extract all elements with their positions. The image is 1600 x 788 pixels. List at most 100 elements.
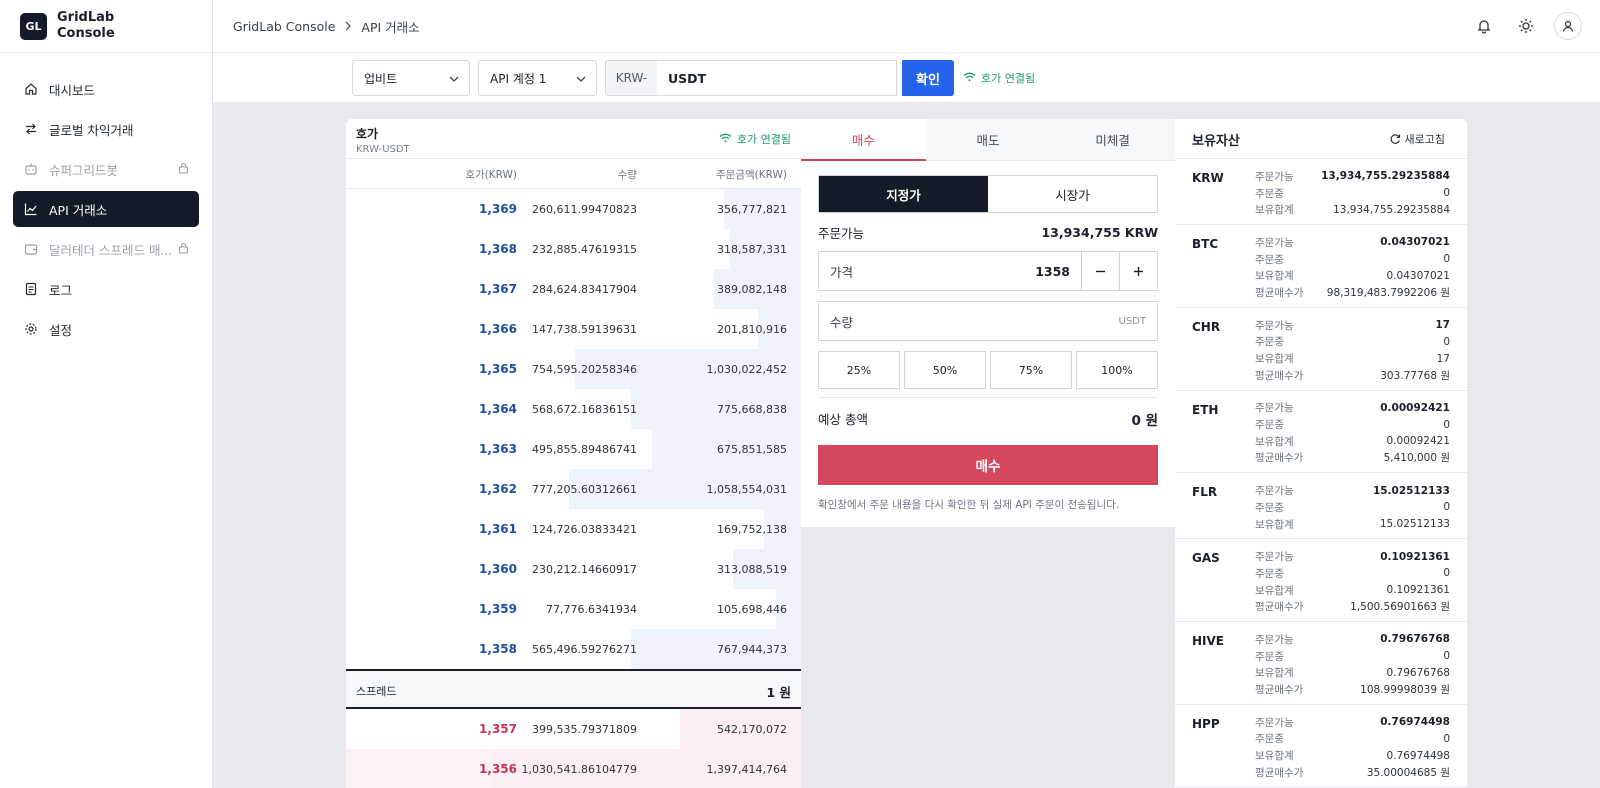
ask-row[interactable]: 1,367 284,624.83417904 389,082,148 (346, 269, 801, 309)
pct-50-button[interactable]: 50% (904, 351, 986, 389)
account-select[interactable]: API 계정 1 (478, 60, 597, 96)
tab-sell[interactable]: 매도 (926, 119, 1051, 160)
asset-row-value: 0.04307021 (1380, 236, 1450, 249)
submit-buy-button[interactable]: 매수 (818, 445, 1158, 485)
ask-row[interactable]: 1,369 260,611.99470823 356,777,821 (346, 189, 801, 229)
asset-symbol: FLR (1192, 485, 1218, 500)
ask-price[interactable]: 1,363 (479, 442, 517, 456)
price-value[interactable]: 1358 (1035, 264, 1070, 279)
ask-price[interactable]: 1,369 (479, 202, 517, 216)
ask-row[interactable]: 1,365 754,595.20258346 1,030,022,452 (346, 349, 801, 389)
bid-row[interactable]: 1,357 399,535.79371809 542,170,072 (346, 709, 801, 749)
refresh-button[interactable]: 새로고침 (1389, 131, 1445, 147)
ask-row[interactable]: 1,358 565,496.59276271 767,944,373 (346, 629, 801, 669)
holdings-header: 보유자산 새로고침 (1175, 119, 1467, 159)
refresh-icon (1390, 134, 1400, 144)
bell-icon[interactable] (1470, 12, 1498, 40)
tab-buy[interactable]: 매수 (801, 119, 926, 161)
asset-row: 평균매수가 303.77768 원 (1175, 367, 1467, 384)
tab-open-orders[interactable]: 미체결 (1050, 119, 1175, 160)
bid-price[interactable]: 1,357 (479, 722, 517, 736)
price-decrement-button[interactable] (1081, 252, 1119, 290)
ask-row[interactable]: 1,368 232,885.47619315 318,587,331 (346, 229, 801, 269)
sidebar-item-1[interactable]: 글로벌 차익거래 (13, 111, 199, 147)
sidebar-item-label: 로그 (49, 282, 73, 298)
asset-row-value: 0.79676768 (1386, 666, 1450, 679)
ask-price[interactable]: 1,365 (479, 362, 517, 376)
ask-row[interactable]: 1,364 568,672.16836151 775,668,838 (346, 389, 801, 429)
ask-row[interactable]: 1,361 124,726.03833421 169,752,138 (346, 509, 801, 549)
bid-price[interactable]: 1,356 (479, 762, 517, 776)
order-note: 확인창에서 주문 내용을 다시 확인한 뒤 실제 API 주문이 전송됩니다. (818, 499, 1120, 511)
order-type-market[interactable]: 시장가 (988, 176, 1157, 212)
sidebar-item-2[interactable]: 슈퍼그리드봇 (13, 151, 199, 187)
confirm-button[interactable]: 확인 (902, 60, 954, 96)
refresh-label: 새로고침 (1404, 133, 1445, 146)
asset-row-label: 평균매수가 (1255, 369, 1304, 382)
pct-75-button[interactable]: 75% (990, 351, 1072, 389)
qty-field[interactable]: 수량 USDT (818, 301, 1158, 341)
sidebar-item-4[interactable]: 달러테더 스프레드 매... (13, 231, 199, 267)
ask-price[interactable]: 1,364 (479, 402, 517, 416)
ask-price[interactable]: 1,360 (479, 562, 517, 576)
asset-row: 주문중 0 (1175, 499, 1467, 516)
bid-row[interactable]: 1,356 1,030,541.86104779 1,397,414,764 (346, 749, 801, 788)
asset-row-value: 15.02512133 (1379, 518, 1450, 531)
ask-row[interactable]: 1,366 147,738.59139631 201,810,916 (346, 309, 801, 349)
asset-row-label: 주문중 (1255, 650, 1284, 663)
sun-icon[interactable] (1512, 12, 1540, 40)
bid-qty: 1,030,541.86104779 (521, 763, 637, 776)
ask-row[interactable]: 1,363 495,855.89486741 675,851,585 (346, 429, 801, 469)
available-value: 13,934,755 KRW (1041, 224, 1158, 240)
asset-card: HIVE 주문가능 0.79676768 주문중 0 보유합계 0.79676768 평균매수… (1175, 622, 1467, 705)
asset-row: 보유합계 15.02512133 (1175, 516, 1467, 533)
asset-row-value: 35.00004685 원 (1366, 766, 1450, 779)
ask-row[interactable]: 1,360 230,212.14660917 313,088,519 (346, 549, 801, 589)
market-input[interactable]: USDT (657, 60, 897, 96)
ask-row[interactable]: 1,359 77,776.6341934 105,698,446 (346, 589, 801, 629)
user-icon[interactable] (1554, 12, 1582, 40)
sidebar-item-0[interactable]: 대시보드 (13, 71, 199, 107)
ask-price[interactable]: 1,366 (479, 322, 517, 336)
sidebar-item-6[interactable]: 설정 (13, 311, 199, 347)
price-increment-button[interactable] (1119, 252, 1157, 290)
asset-row-label: 주문가능 (1255, 236, 1294, 249)
asset-row-label: 주문가능 (1255, 716, 1294, 729)
asset-row: 평균매수가 5,410,000 원 (1175, 450, 1467, 467)
ask-row[interactable]: 1,362 777,205.60312661 1,058,554,031 (346, 469, 801, 509)
ask-price[interactable]: 1,367 (479, 282, 517, 296)
connection-status-label: 호가 연결됨 (981, 72, 1036, 85)
exchange-select[interactable]: 업비트 (352, 60, 470, 96)
ask-price[interactable]: 1,368 (479, 242, 517, 256)
bid-amount: 1,397,414,764 (706, 763, 787, 776)
ask-qty: 232,885.47619315 (532, 243, 637, 256)
ask-amount: 356,777,821 (717, 203, 787, 216)
sidebar-item-3[interactable]: API 거래소 (13, 191, 199, 227)
asset-row: 보유합계 0.04307021 (1175, 267, 1467, 284)
order-type-limit[interactable]: 지정가 (819, 176, 988, 212)
pct-100-button[interactable]: 100% (1076, 351, 1158, 389)
ask-qty: 568,672.16836151 (532, 403, 637, 416)
sidebar-item-label: 글로벌 차익거래 (49, 122, 134, 138)
available-label: 주문가능 (818, 225, 865, 241)
ask-price[interactable]: 1,358 (479, 642, 517, 656)
price-field[interactable]: 가격 1358 (818, 251, 1158, 291)
asset-row-label: 주문가능 (1255, 402, 1294, 415)
topbar: GridLab Console API 거래소 (213, 0, 1600, 53)
asset-row-label: 주문가능 (1255, 319, 1294, 332)
plus-icon (1134, 266, 1143, 276)
brand[interactable]: GL GridLab Console (0, 0, 212, 53)
ask-price[interactable]: 1,362 (479, 482, 517, 496)
ask-amount: 675,851,585 (717, 443, 787, 456)
market-toolbar: 업비트 API 계정 1 KRW- USDT 확인 호가 연결됨 (213, 53, 1600, 103)
sidebar-item-label: 대시보드 (49, 82, 96, 98)
sidebar-item-5[interactable]: 로그 (13, 271, 199, 307)
ask-price[interactable]: 1,359 (479, 602, 517, 616)
asset-row: 주문중 0 (1175, 251, 1467, 268)
pct-25-button[interactable]: 25% (818, 351, 900, 389)
asset-row-value: 13,934,755.29235884 (1321, 170, 1450, 183)
asset-row: 주문중 0 (1175, 565, 1467, 582)
header-actions (1456, 12, 1582, 40)
breadcrumb-root[interactable]: GridLab Console (233, 19, 335, 34)
ask-price[interactable]: 1,361 (479, 522, 517, 536)
